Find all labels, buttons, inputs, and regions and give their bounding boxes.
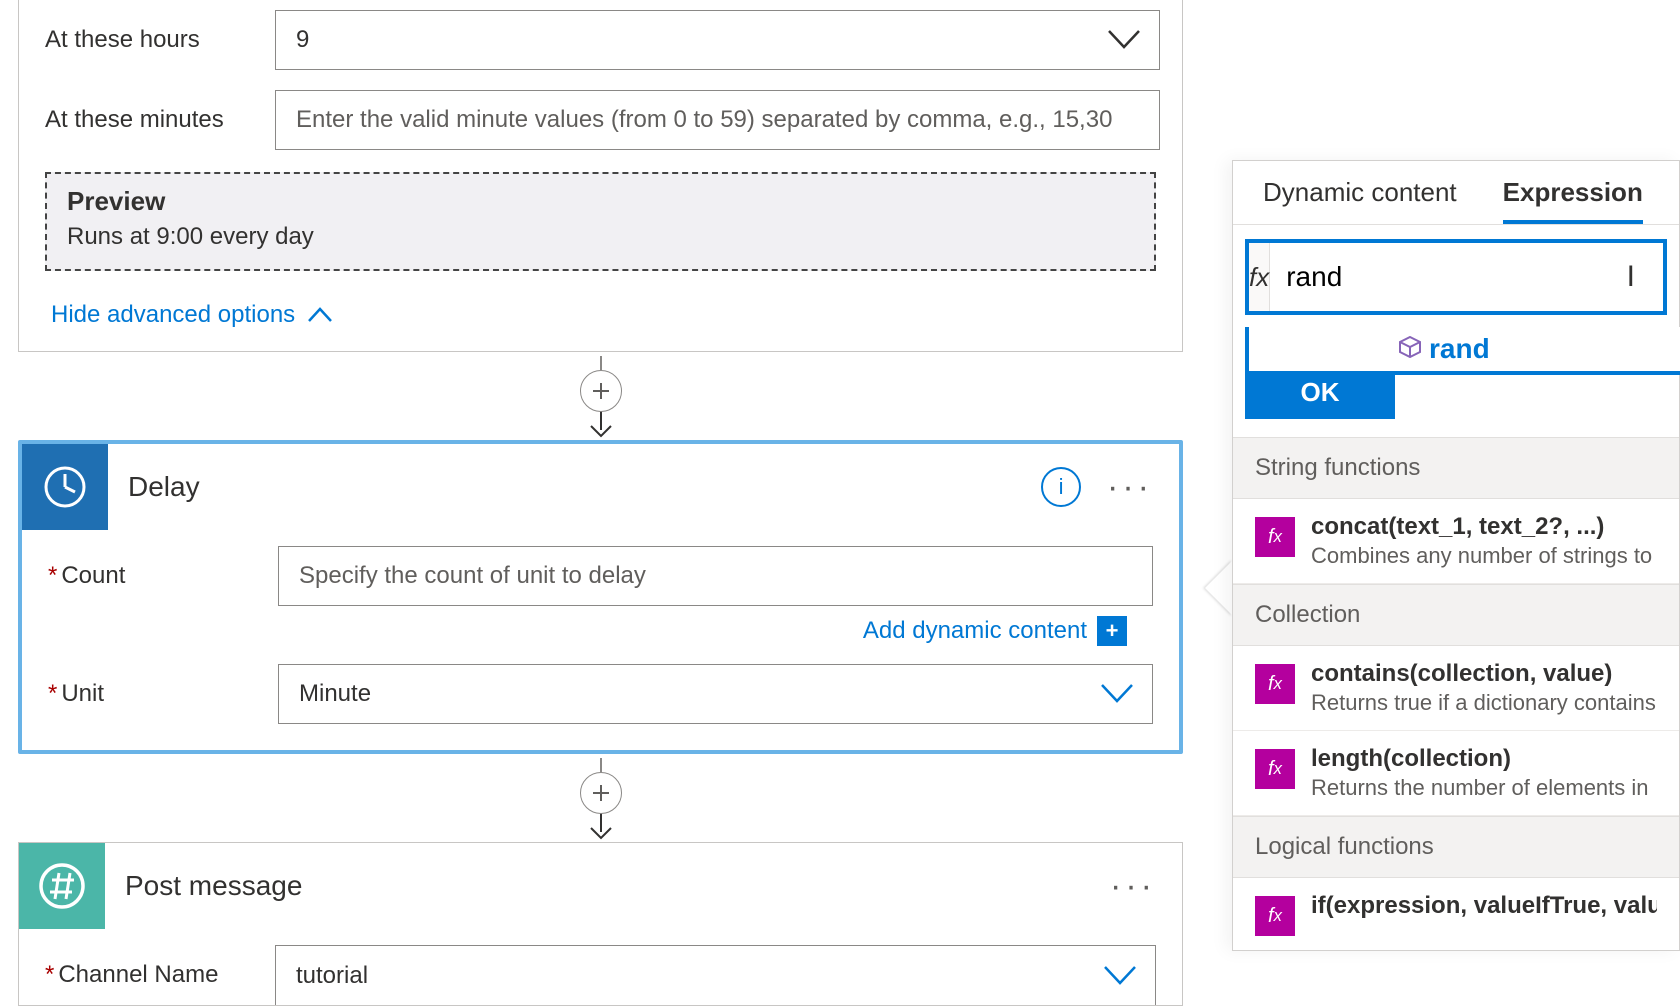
fn-signature: length(collection)	[1311, 745, 1649, 773]
info-icon[interactable]: i	[1041, 467, 1081, 507]
hide-advanced-toggle[interactable]: Hide advanced options	[19, 287, 1182, 351]
minutes-input-wrap[interactable]	[275, 90, 1160, 150]
fn-length[interactable]: fx length(collection) Returns the number…	[1233, 731, 1679, 816]
hours-row: At these hours 9	[19, 0, 1182, 80]
suggestion-text: rand	[1429, 333, 1490, 365]
fn-description: Returns the number of elements in	[1311, 775, 1649, 801]
section-string-functions: String functions	[1233, 437, 1679, 499]
channel-select[interactable]: tutorial	[275, 945, 1156, 1005]
fx-badge-icon: fx	[1255, 749, 1295, 789]
post-header[interactable]: Post message ···	[19, 843, 1182, 929]
autocomplete-suggestion[interactable]: rand	[1245, 327, 1680, 375]
count-input-wrap[interactable]	[278, 546, 1153, 606]
fx-badge-icon: fx	[1255, 896, 1295, 936]
arrow-down-icon	[589, 408, 613, 438]
fx-icon: fx	[1249, 243, 1270, 311]
connector	[18, 356, 1183, 438]
fn-signature: contains(collection, value)	[1311, 660, 1656, 688]
unit-select[interactable]: Minute	[278, 664, 1153, 724]
fn-description: Combines any number of strings to	[1311, 543, 1652, 569]
recurrence-card: At these hours 9 At these minutes Previe…	[18, 0, 1183, 352]
plus-icon: +	[1097, 616, 1127, 646]
add-step-button[interactable]	[580, 370, 622, 412]
unit-label: *Unit	[48, 680, 278, 708]
fx-badge-icon: fx	[1255, 664, 1295, 704]
fn-concat[interactable]: fx concat(text_1, text_2?, ...) Combines…	[1233, 499, 1679, 584]
delay-header[interactable]: Delay i ···	[22, 444, 1179, 530]
chevron-down-icon	[1107, 29, 1141, 51]
tab-dynamic-content[interactable]: Dynamic content	[1263, 177, 1457, 224]
fn-signature: if(expression, valueIfTrue, valueIf	[1311, 892, 1657, 920]
arrow-down-icon	[589, 810, 613, 840]
hash-icon	[19, 843, 105, 929]
section-collection: Collection	[1233, 584, 1679, 646]
fn-contains[interactable]: fx contains(collection, value) Returns t…	[1233, 646, 1679, 731]
count-input[interactable]	[299, 562, 1132, 590]
minutes-input[interactable]	[296, 106, 1139, 134]
delay-title: Delay	[128, 471, 1041, 503]
expression-input-row: fx I	[1245, 239, 1667, 315]
minutes-row: At these minutes	[19, 80, 1182, 160]
channel-value: tutorial	[296, 962, 368, 990]
callout-pointer	[1205, 560, 1233, 616]
chevron-down-icon	[1100, 683, 1134, 705]
preview-title: Preview	[67, 186, 1134, 217]
fx-badge-icon: fx	[1255, 517, 1295, 557]
add-step-button[interactable]	[580, 772, 622, 814]
unit-row: *Unit Minute	[48, 646, 1153, 724]
text-cursor-icon: I	[1627, 260, 1635, 294]
section-logical-functions: Logical functions	[1233, 816, 1679, 878]
unit-value: Minute	[299, 680, 371, 708]
expression-input[interactable]	[1270, 243, 1663, 311]
add-dynamic-content[interactable]: Add dynamic content +	[48, 606, 1153, 646]
fn-description: Returns true if a dictionary contains	[1311, 690, 1656, 716]
fn-if[interactable]: fx if(expression, valueIfTrue, valueIf	[1233, 878, 1679, 950]
hours-label: At these hours	[45, 26, 275, 54]
expression-panel: Dynamic content Expression fx I rand OK …	[1232, 160, 1680, 951]
post-message-card: Post message ··· *Channel Name tutorial	[18, 842, 1183, 1006]
chevron-up-icon	[307, 307, 333, 323]
hours-value: 9	[296, 26, 309, 54]
fn-signature: concat(text_1, text_2?, ...)	[1311, 513, 1652, 541]
connector	[18, 758, 1183, 840]
post-title: Post message	[125, 870, 1110, 902]
hide-advanced-label: Hide advanced options	[51, 301, 295, 329]
delay-card: Delay i ··· *Count Add dynamic content +…	[18, 440, 1183, 754]
add-dynamic-label: Add dynamic content	[863, 617, 1087, 645]
count-row: *Count	[48, 546, 1153, 606]
tab-expression[interactable]: Expression	[1503, 177, 1643, 224]
channel-row: *Channel Name tutorial	[45, 945, 1156, 1005]
minutes-label: At these minutes	[45, 106, 275, 134]
cube-icon	[1399, 336, 1421, 363]
hours-select[interactable]: 9	[275, 10, 1160, 70]
clock-icon	[22, 444, 108, 530]
delay-more-button[interactable]: ···	[1107, 468, 1153, 507]
chevron-down-icon	[1103, 965, 1137, 987]
post-more-button[interactable]: ···	[1110, 867, 1156, 906]
preview-text: Runs at 9:00 every day	[67, 223, 1134, 251]
preview-box: Preview Runs at 9:00 every day	[45, 172, 1156, 271]
channel-label: *Channel Name	[45, 961, 275, 989]
count-label: *Count	[48, 562, 278, 590]
panel-tabs: Dynamic content Expression	[1233, 161, 1679, 225]
